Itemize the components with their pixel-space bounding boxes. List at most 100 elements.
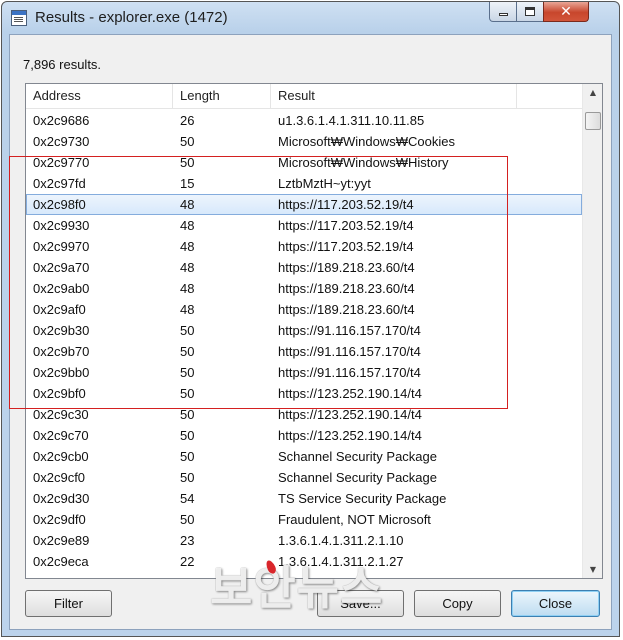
result-cell: Schannel Security Package [278, 449, 437, 464]
address-cell: 0x2c9686 [33, 113, 90, 128]
table-row[interactable]: 0x2c9930 48 https://117.203.52.19/t4 [26, 215, 582, 236]
length-cell: 50 [180, 323, 195, 338]
column-header-length[interactable]: Length [173, 84, 271, 108]
column-header-address[interactable]: Address [26, 84, 173, 108]
length-cell: 50 [180, 344, 195, 359]
table-row[interactable]: 0x2c9686 26 u1.3.6.1.4.1.311.10.11.85 [26, 110, 582, 131]
length-cell: 50 [180, 470, 195, 485]
address-cell: 0x2c9930 [33, 218, 90, 233]
list-header: Address Length Result [26, 84, 582, 109]
length-cell: 54 [180, 491, 195, 506]
address-cell: 0x2c9c30 [33, 407, 89, 422]
maximize-button[interactable] [516, 2, 544, 22]
table-row[interactable]: 0x2c9a70 48 https://189.218.23.60/t4 [26, 257, 582, 278]
address-cell: 0x2c9af0 [33, 302, 86, 317]
result-cell: 1.3.6.1.4.1.311.2.1.10 [278, 533, 404, 548]
result-cell: https://117.203.52.19/t4 [278, 239, 414, 254]
address-cell: 0x2c9e89 [33, 533, 90, 548]
save-button[interactable]: Save... [317, 590, 404, 617]
address-cell: 0x2c9bf0 [33, 386, 86, 401]
table-row[interactable]: 0x2c9970 48 https://117.203.52.19/t4 [26, 236, 582, 257]
address-cell: 0x2c9c70 [33, 428, 89, 443]
length-cell: 26 [180, 113, 195, 128]
length-cell: 50 [180, 449, 195, 464]
address-cell: 0x2c9770 [33, 155, 90, 170]
address-cell: 0x2c9970 [33, 239, 90, 254]
table-row[interactable]: 0x2c9c70 50 https://123.252.190.14/t4 [26, 425, 582, 446]
result-cell: https://123.252.190.14/t4 [278, 407, 422, 422]
result-cell: https://123.252.190.14/t4 [278, 428, 422, 443]
table-row[interactable]: 0x2c9bb0 50 https://91.116.157.170/t4 [26, 362, 582, 383]
length-cell: 15 [180, 176, 195, 191]
length-cell: 50 [180, 365, 195, 380]
length-cell: 50 [180, 512, 195, 527]
table-row[interactable]: 0x2c9cf0 50 Schannel Security Package [26, 467, 582, 488]
address-cell: 0x2c9ab0 [33, 281, 90, 296]
length-cell: 48 [180, 197, 195, 212]
table-row[interactable]: 0x2c9d30 54 TS Service Security Package [26, 488, 582, 509]
result-cell: LztbMztH~yt:yyt [278, 176, 371, 191]
length-cell: 48 [180, 302, 195, 317]
result-cell: Fraudulent, NOT Microsoft [278, 512, 431, 527]
table-row[interactable]: 0x2c9b70 50 https://91.116.157.170/t4 [26, 341, 582, 362]
table-row[interactable]: 0x2c9e89 23 1.3.6.1.4.1.311.2.1.10 [26, 530, 582, 551]
address-cell: 0x2c97fd [33, 176, 86, 191]
length-cell: 50 [180, 155, 195, 170]
title-bar[interactable]: Results - explorer.exe (1472) ✕ [2, 2, 619, 34]
copy-button[interactable]: Copy [414, 590, 501, 617]
table-row[interactable]: 0x2c9c30 50 https://123.252.190.14/t4 [26, 404, 582, 425]
length-cell: 48 [180, 218, 195, 233]
result-cell: TS Service Security Package [278, 491, 447, 506]
result-cell: https://189.218.23.60/t4 [278, 302, 415, 317]
table-row[interactable]: 0x2c98f0 48 https://117.203.52.19/t4 [26, 194, 582, 215]
close-button[interactable]: Close [511, 590, 600, 617]
result-cell: https://91.116.157.170/t4 [278, 344, 421, 359]
scroll-thumb[interactable] [585, 112, 601, 130]
address-cell: 0x2c9cf0 [33, 470, 86, 485]
length-cell: 23 [180, 533, 195, 548]
result-cell: https://189.218.23.60/t4 [278, 281, 415, 296]
result-cell: Schannel Security Package [278, 470, 437, 485]
result-cell: https://117.203.52.19/t4 [278, 197, 414, 212]
address-cell: 0x2c98f0 [33, 197, 86, 212]
result-cell: Microsoft₩Windows₩History [278, 155, 449, 170]
column-header-result[interactable]: Result [271, 84, 517, 108]
close-window-button[interactable]: ✕ [543, 2, 589, 22]
table-row[interactable]: 0x2c9eca 22 1.3.6.1.4.1.311.2.1.27 [26, 551, 582, 572]
length-cell: 50 [180, 134, 195, 149]
window-title: Results - explorer.exe (1472) [35, 9, 228, 26]
filter-button[interactable]: Filter [25, 590, 112, 617]
dialog-client-area: 7,896 results. Address Length Result 0x2… [9, 34, 612, 630]
table-row[interactable]: 0x2c9df0 50 Fraudulent, NOT Microsoft [26, 509, 582, 530]
minimize-button[interactable] [489, 2, 517, 22]
address-cell: 0x2c9b70 [33, 344, 90, 359]
table-row[interactable]: 0x2c97fd 15 LztbMztH~yt:yyt [26, 173, 582, 194]
vertical-scrollbar[interactable]: ▲ ▼ [582, 84, 602, 578]
scroll-up-icon[interactable]: ▲ [583, 84, 602, 101]
table-row[interactable]: 0x2c9730 50 Microsoft₩Windows₩Cookies [26, 131, 582, 152]
scroll-down-icon[interactable]: ▼ [583, 561, 602, 578]
results-list[interactable]: Address Length Result 0x2c9686 26 u1.3.6.1… [25, 83, 603, 579]
result-cell: https://123.252.190.14/t4 [278, 386, 422, 401]
address-cell: 0x2c9a70 [33, 260, 90, 275]
minimize-icon [498, 13, 508, 16]
address-cell: 0x2c9cb0 [33, 449, 89, 464]
length-cell: 50 [180, 386, 195, 401]
table-row[interactable]: 0x2c9ab0 48 https://189.218.23.60/t4 [26, 278, 582, 299]
address-cell: 0x2c9730 [33, 134, 90, 149]
length-cell: 48 [180, 239, 195, 254]
table-row[interactable]: 0x2c9bf0 50 https://123.252.190.14/t4 [26, 383, 582, 404]
length-cell: 50 [180, 407, 195, 422]
app-window-icon [11, 10, 27, 26]
results-count: 7,896 results. [23, 57, 102, 72]
result-cell: https://189.218.23.60/t4 [278, 260, 415, 275]
result-cell: https://117.203.52.19/t4 [278, 218, 414, 233]
address-cell: 0x2c9eca [33, 554, 89, 569]
table-row[interactable]: 0x2c9770 50 Microsoft₩Windows₩History [26, 152, 582, 173]
length-cell: 22 [180, 554, 195, 569]
table-row[interactable]: 0x2c9af0 48 https://189.218.23.60/t4 [26, 299, 582, 320]
result-cell: 1.3.6.1.4.1.311.2.1.27 [278, 554, 404, 569]
table-row[interactable]: 0x2c9b30 50 https://91.116.157.170/t4 [26, 320, 582, 341]
length-cell: 50 [180, 428, 195, 443]
table-row[interactable]: 0x2c9cb0 50 Schannel Security Package [26, 446, 582, 467]
